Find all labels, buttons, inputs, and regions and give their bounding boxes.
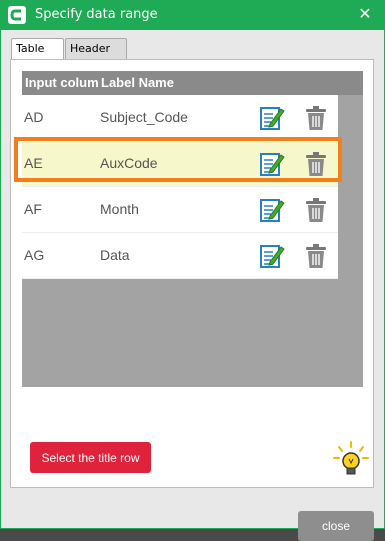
table-row[interactable]: AF Month	[22, 187, 338, 233]
label-name-cell: Data	[100, 247, 130, 263]
table-tab-panel: Input colum Label Name AD Subject_Code AE A…	[10, 59, 374, 488]
input-column-cell: AG	[24, 247, 45, 263]
grid-header-filler	[338, 71, 363, 95]
lightbulb-icon[interactable]	[330, 439, 372, 481]
app-logo-icon	[8, 6, 26, 24]
label-name-cell: AuxCode	[100, 155, 158, 171]
input-column-cell: AE	[24, 155, 43, 171]
input-column-cell: AD	[24, 109, 44, 125]
tab-header[interactable]: Header?	[65, 38, 127, 74]
trash-icon[interactable]	[305, 151, 327, 177]
label-name-cell: Subject_Code	[100, 109, 188, 125]
trash-icon[interactable]	[305, 243, 327, 269]
tab-header-label: Header	[70, 42, 111, 55]
edit-icon[interactable]	[259, 243, 285, 269]
table-row[interactable]: AG Data	[22, 233, 338, 279]
table-row[interactable]: AD Subject_Code	[22, 95, 338, 141]
column-grid: Input colum Label Name AD Subject_Code AE A…	[22, 71, 363, 387]
trash-icon[interactable]	[305, 197, 327, 223]
column-header-label-name: Label Name	[101, 75, 174, 90]
tab-table[interactable]: Table?	[11, 38, 64, 74]
tab-table-label: Table	[16, 42, 45, 55]
table-row[interactable]: AE AuxCode	[22, 141, 338, 187]
dialog-body: Table? Header? Input colum Label Name AD…	[1, 30, 384, 541]
title-bar: Specify data range ✕	[0, 0, 385, 30]
edit-icon[interactable]	[259, 105, 285, 131]
select-title-row-button[interactable]: Select the title row	[30, 442, 151, 473]
close-button[interactable]: close	[298, 511, 374, 541]
edit-icon[interactable]	[259, 197, 285, 223]
trash-icon[interactable]	[305, 105, 327, 131]
window-title: Specify data range	[35, 7, 158, 22]
edit-icon[interactable]	[259, 151, 285, 177]
input-column-cell: AF	[24, 201, 42, 217]
column-header-input-column: Input colum	[25, 75, 99, 90]
dialog-window: Specify data range ✕ Table? Header? Inpu…	[0, 0, 385, 541]
label-name-cell: Month	[100, 201, 139, 217]
window-close-icon[interactable]: ✕	[355, 4, 375, 24]
grid-header: Input colum Label Name	[22, 71, 338, 95]
